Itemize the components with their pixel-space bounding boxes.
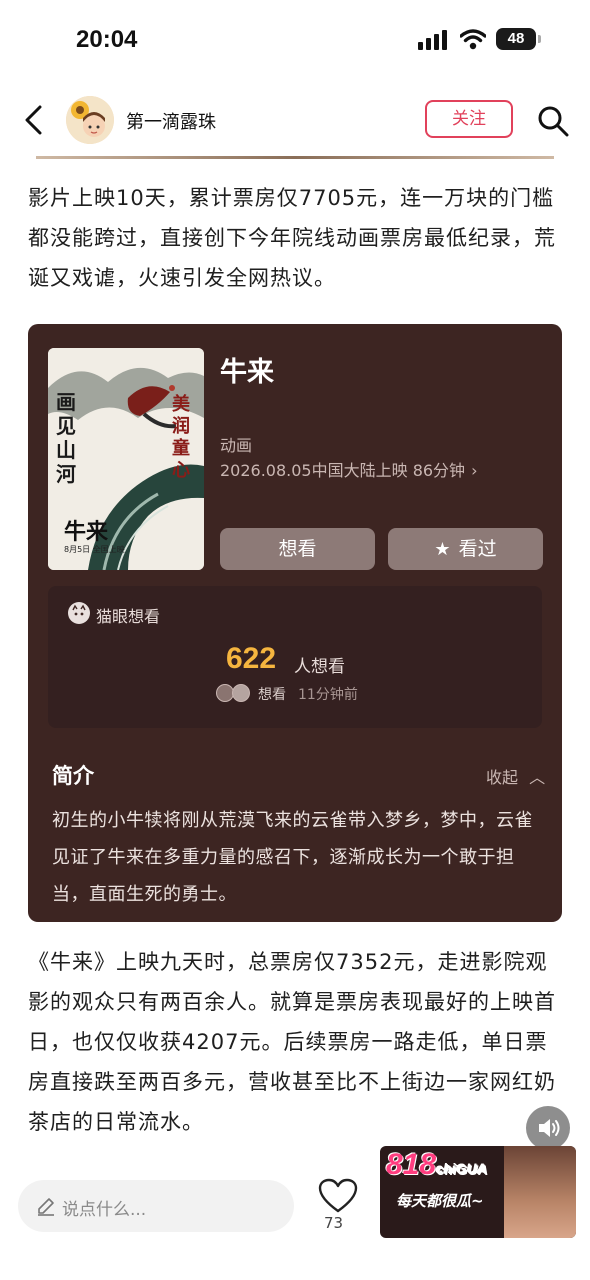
ad-image — [504, 1146, 576, 1238]
speaker-icon — [539, 1119, 560, 1137]
sound-button[interactable] — [526, 1106, 570, 1150]
movie-card[interactable]: 画见山河 美润童心 牛来 8月5日 全国上映 牛来 动画 2026.08.05中… — [28, 324, 562, 922]
intro-heading: 简介 — [52, 764, 94, 788]
poster-title-right: 美润童心 — [172, 394, 190, 481]
user-avatar — [232, 684, 250, 702]
movie-poster[interactable]: 画见山河 美润童心 牛来 8月5日 全国上映 — [48, 348, 204, 570]
post-header: 第一滴露珠 关注 — [0, 88, 590, 152]
star-icon: ★ — [434, 539, 451, 560]
avatar-illustration — [66, 96, 114, 144]
back-arrow-icon[interactable] — [20, 104, 48, 136]
search-icon[interactable] — [536, 104, 570, 138]
want-count-unit: 人想看 — [294, 657, 345, 677]
poster-title-left: 画见山河 — [56, 390, 76, 486]
chevron-right-icon: › — [471, 461, 478, 480]
maoyan-brand: 猫眼想看 — [96, 607, 161, 626]
ad-brand: 818chiGUA — [386, 1148, 487, 1182]
watched-button[interactable]: ★ 看过 — [388, 528, 543, 570]
recent-time: 11分钟前 — [298, 687, 358, 703]
like-heart-icon[interactable] — [318, 1178, 358, 1214]
maoyan-want-panel[interactable]: 猫眼想看 622 人想看 想看 11分钟前 — [48, 586, 542, 728]
cellular-signal-icon — [418, 30, 447, 50]
collapse-toggle[interactable]: 收起 ︿ — [486, 764, 545, 788]
wifi-icon — [460, 29, 486, 50]
battery-icon: 48 — [496, 28, 536, 50]
ad-banner[interactable]: 818chiGUA 每天都很瓜~ — [380, 1146, 576, 1238]
ad-brand-number: 818 — [386, 1148, 437, 1181]
chevron-up-icon: ︿ — [529, 768, 546, 787]
maoyan-cat-icon — [68, 602, 90, 624]
follow-button[interactable]: 关注 — [425, 100, 513, 138]
recent-action: 想看 — [258, 687, 286, 703]
author-avatar[interactable] — [66, 96, 114, 144]
want-count: 622 — [226, 642, 277, 675]
battery-tip — [538, 35, 541, 43]
intro-text: 初生的小牛犊将刚从荒漠飞来的云雀带入梦乡，梦中，云雀见证了牛来在多重力量的感召下… — [52, 810, 533, 905]
like-count: 73 — [324, 1214, 344, 1232]
collapse-label: 收起 — [486, 768, 519, 787]
header-image-edge — [36, 156, 554, 159]
article-paragraph: 《牛来》上映九天时，总票房仅7352元，走进影院观影的观众只有两百余人。就算是票… — [28, 950, 556, 1134]
pencil-icon — [38, 1198, 54, 1216]
poster-release-date: 8月5日 全国上映 — [64, 545, 125, 554]
author-name[interactable]: 第一滴露珠 — [126, 108, 216, 134]
comment-placeholder: 说点什么... — [62, 1200, 147, 1220]
ad-brand-suffix: chiGUA — [436, 1161, 488, 1177]
status-time: 20:04 — [76, 26, 138, 53]
movie-genre: 动画 — [220, 436, 253, 455]
movie-title[interactable]: 牛来 — [220, 350, 274, 389]
watched-label: 看过 — [458, 538, 497, 560]
comment-input[interactable]: 说点什么... — [18, 1180, 294, 1232]
ad-slogan: 每天都很瓜~ — [396, 1192, 484, 1210]
poster-movie-name: 牛来 — [64, 519, 109, 545]
movie-release-info[interactable]: 2026.08.05中国大陆上映 86分钟 › — [220, 457, 477, 481]
article-paragraph: 影片上映10天，累计票房仅7705元，连一万块的门槛都没能跨过，直接创下今年院线… — [28, 186, 556, 290]
want-to-watch-button[interactable]: 想看 — [220, 528, 375, 570]
status-bar: 20:04 48 — [0, 0, 590, 80]
release-text: 2026.08.05中国大陆上映 86分钟 — [220, 461, 466, 480]
